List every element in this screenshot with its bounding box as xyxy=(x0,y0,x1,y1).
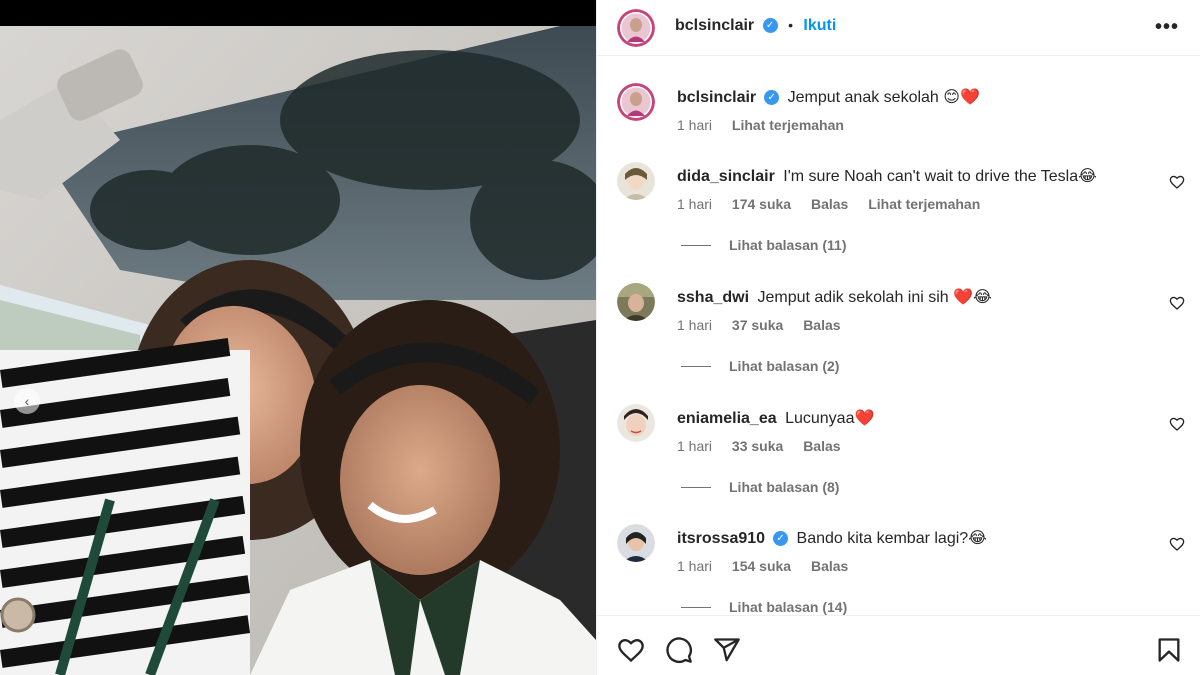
post-header: bclsinclair ✓ • Ikuti ••• xyxy=(597,0,1200,56)
bookmark-icon[interactable] xyxy=(1155,636,1183,664)
view-replies-button[interactable]: Lihat balasan (11) xyxy=(681,237,846,253)
author-avatar[interactable] xyxy=(617,83,655,121)
carousel-prev-button[interactable]: ‹ xyxy=(14,388,40,414)
verified-badge-icon: ✓ xyxy=(762,18,778,34)
commenter-avatar[interactable] xyxy=(617,404,655,442)
post-actions-bar xyxy=(597,615,1200,675)
reply-button[interactable]: Balas xyxy=(811,196,848,212)
share-icon[interactable] xyxy=(713,636,741,664)
comment-likes[interactable]: 154 suka xyxy=(732,558,791,574)
caption-username[interactable]: bclsinclair xyxy=(677,89,756,106)
comment-likes[interactable]: 37 suka xyxy=(732,317,783,333)
post-photo[interactable]: ‹ xyxy=(0,0,596,675)
view-replies-label: Lihat balasan (2) xyxy=(729,358,840,374)
comment-time: 1 hari xyxy=(677,196,713,212)
comment-username[interactable]: itsrossa910 xyxy=(677,530,765,547)
comment-time: 1 hari xyxy=(677,317,713,333)
replies-line xyxy=(681,486,711,488)
comment-text: Lucunyaa❤️ xyxy=(785,410,875,427)
commenter-avatar[interactable] xyxy=(617,524,655,562)
commenter-avatar[interactable] xyxy=(617,283,655,321)
comment-likes[interactable]: 33 suka xyxy=(732,438,783,454)
view-replies-label: Lihat balasan (8) xyxy=(729,479,840,495)
comment-time: 1 hari xyxy=(677,558,713,574)
like-heart-icon[interactable] xyxy=(1169,416,1185,432)
post-sidebar: bclsinclair ✓ • Ikuti ••• bclsinclair ✓ J… xyxy=(596,0,1200,675)
more-options-icon[interactable]: ••• xyxy=(1155,16,1179,39)
like-heart-icon[interactable] xyxy=(1169,536,1185,552)
like-heart-icon[interactable] xyxy=(1169,295,1185,311)
chevron-left-icon: ‹ xyxy=(24,393,30,409)
view-replies-button[interactable]: Lihat balasan (14) xyxy=(681,599,847,615)
view-replies-label: Lihat balasan (14) xyxy=(729,599,848,615)
replies-line xyxy=(681,606,711,608)
view-replies-button[interactable]: Lihat balasan (2) xyxy=(681,358,839,374)
heart-icon[interactable] xyxy=(617,636,645,664)
comment-text: Jemput adik sekolah ini sih ❤️😂 xyxy=(757,289,992,306)
comment-text: Bando kita kembar lagi?😂 xyxy=(796,530,987,547)
translate-link[interactable]: Lihat terjemahan xyxy=(732,117,844,133)
comment-icon[interactable] xyxy=(665,636,693,664)
replies-line xyxy=(681,244,711,246)
comment-username[interactable]: dida_sinclair xyxy=(677,168,775,185)
reply-button[interactable]: Balas xyxy=(811,558,848,574)
view-replies-button[interactable]: Lihat balasan (8) xyxy=(681,479,839,495)
like-heart-icon[interactable] xyxy=(1169,174,1185,190)
author-avatar[interactable] xyxy=(617,9,655,47)
reply-button[interactable]: Balas xyxy=(803,438,840,454)
translate-link[interactable]: Lihat terjemahan xyxy=(868,196,980,212)
caption-text: Jemput anak sekolah 😊❤️ xyxy=(787,89,980,106)
follow-button[interactable]: Ikuti xyxy=(803,17,836,34)
comment-username[interactable]: eniamelia_ea xyxy=(677,410,777,427)
author-username[interactable]: bclsinclair xyxy=(675,17,754,34)
view-replies-label: Lihat balasan (11) xyxy=(729,237,847,253)
comments-list[interactable]: bclsinclair ✓ Jemput anak sekolah 😊❤️ 1 h… xyxy=(597,57,1200,615)
comment-likes[interactable]: 174 suka xyxy=(732,196,791,212)
reply-button[interactable]: Balas xyxy=(803,317,840,333)
comment-text: I'm sure Noah can't wait to drive the Te… xyxy=(783,168,1097,185)
caption-time: 1 hari xyxy=(677,117,713,133)
comment-time: 1 hari xyxy=(677,438,713,454)
replies-line xyxy=(681,365,711,367)
commenter-avatar[interactable] xyxy=(617,162,655,200)
selfie-image xyxy=(0,0,596,675)
comment-username[interactable]: ssha_dwi xyxy=(677,289,749,306)
separator-dot: • xyxy=(788,17,793,33)
verified-badge-icon: ✓ xyxy=(773,531,789,547)
verified-badge-icon: ✓ xyxy=(764,90,780,106)
